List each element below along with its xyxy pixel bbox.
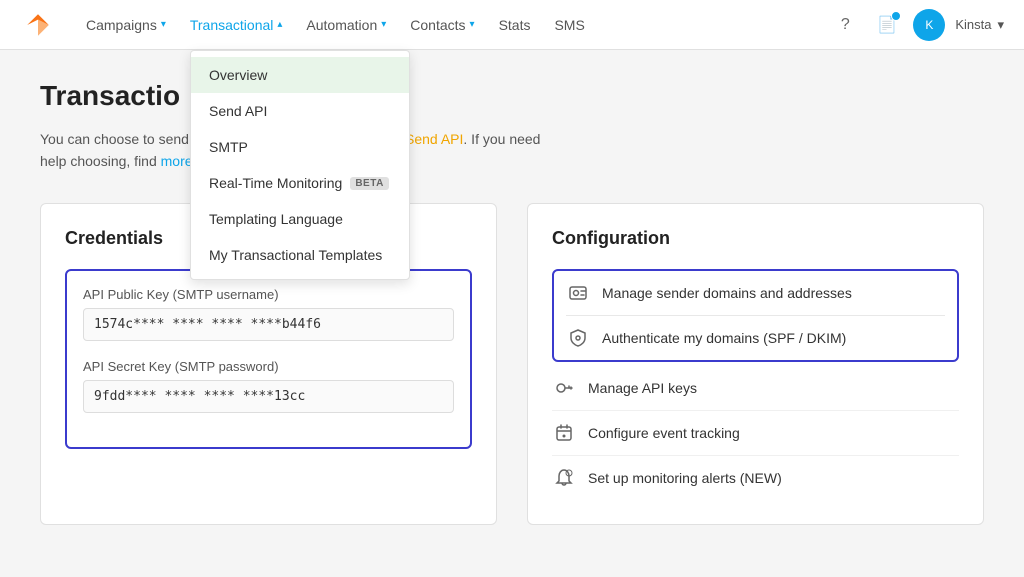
api-public-key-label: API Public Key (SMTP username) bbox=[83, 287, 454, 302]
cards-row: Credentials API Public Key (SMTP usernam… bbox=[40, 203, 984, 525]
api-secret-key-input[interactable] bbox=[83, 380, 454, 413]
user-avatar-icon[interactable]: K bbox=[913, 9, 945, 41]
api-secret-key-field: API Secret Key (SMTP password) bbox=[83, 359, 454, 413]
chevron-down-icon: ▾ bbox=[381, 19, 386, 30]
dropdown-item-smtp[interactable]: SMTP bbox=[191, 129, 409, 165]
page-title: Transactio bbox=[40, 80, 984, 112]
config-item-manage-api-keys[interactable]: Manage API keys bbox=[552, 366, 959, 411]
send-api-link[interactable]: Send API bbox=[405, 131, 463, 147]
api-public-key-field: API Public Key (SMTP username) bbox=[83, 287, 454, 341]
main-content: Transactio You can choose to send yough … bbox=[0, 50, 1024, 555]
sender-icon bbox=[566, 281, 590, 305]
bell-icon bbox=[552, 466, 576, 490]
config-item-configure-event[interactable]: Configure event tracking bbox=[552, 411, 959, 456]
credentials-highlighted-box: API Public Key (SMTP username) API Secre… bbox=[65, 269, 472, 449]
logo[interactable] bbox=[20, 7, 56, 43]
navbar: Campaigns ▾ Transactional ▴ Automation ▾… bbox=[0, 0, 1024, 50]
dropdown-item-real-time-monitoring[interactable]: Real-Time Monitoring BETA bbox=[191, 165, 409, 201]
dropdown-item-my-transactional-templates[interactable]: My Transactional Templates bbox=[191, 237, 409, 273]
chevron-down-icon: ▾ bbox=[997, 17, 1004, 33]
nav-item-contacts[interactable]: Contacts ▾ bbox=[400, 11, 484, 39]
nav-item-automation[interactable]: Automation ▾ bbox=[296, 11, 396, 39]
config-item-set-up-monitoring[interactable]: Set up monitoring alerts (NEW) bbox=[552, 456, 959, 500]
configuration-card-title: Configuration bbox=[552, 228, 959, 249]
api-public-key-input[interactable] bbox=[83, 308, 454, 341]
beta-badge: BETA bbox=[350, 177, 388, 190]
transactional-dropdown: Overview Send API SMTP Real-Time Monitor… bbox=[190, 50, 410, 280]
key-icon bbox=[552, 376, 576, 400]
config-item-manage-sender[interactable]: Manage sender domains and addresses bbox=[566, 271, 945, 316]
dropdown-item-templating-language[interactable]: Templating Language bbox=[191, 201, 409, 237]
nav-item-stats[interactable]: Stats bbox=[489, 11, 541, 39]
nav-item-campaigns[interactable]: Campaigns ▾ bbox=[76, 11, 176, 39]
configuration-card: Configuration Manage sender domains and … bbox=[527, 203, 984, 525]
page-description: You can choose to send yough our SMTP re… bbox=[40, 128, 984, 173]
dropdown-item-overview[interactable]: Overview bbox=[191, 57, 409, 93]
nav-item-transactional[interactable]: Transactional ▴ bbox=[180, 11, 293, 39]
chevron-down-icon: ▾ bbox=[161, 19, 166, 30]
api-secret-key-label: API Secret Key (SMTP password) bbox=[83, 359, 454, 374]
nav-item-sms[interactable]: SMS bbox=[544, 11, 594, 39]
calendar-icon bbox=[552, 421, 576, 445]
notifications-button[interactable]: 📄 bbox=[871, 9, 903, 41]
help-button[interactable]: ? bbox=[829, 9, 861, 41]
config-item-authenticate-domains[interactable]: Authenticate my domains (SPF / DKIM) bbox=[566, 316, 945, 360]
chevron-down-icon: ▾ bbox=[470, 19, 475, 30]
nav-items: Campaigns ▾ Transactional ▴ Automation ▾… bbox=[76, 11, 829, 39]
shield-icon bbox=[566, 326, 590, 350]
nav-right: ? 📄 K Kinsta ▾ bbox=[829, 9, 1004, 41]
dropdown-item-send-api[interactable]: Send API bbox=[191, 93, 409, 129]
config-highlighted-box: Manage sender domains and addresses Auth… bbox=[552, 269, 959, 362]
chevron-up-icon: ▴ bbox=[277, 19, 282, 30]
user-menu[interactable]: Kinsta ▾ bbox=[955, 17, 1004, 33]
